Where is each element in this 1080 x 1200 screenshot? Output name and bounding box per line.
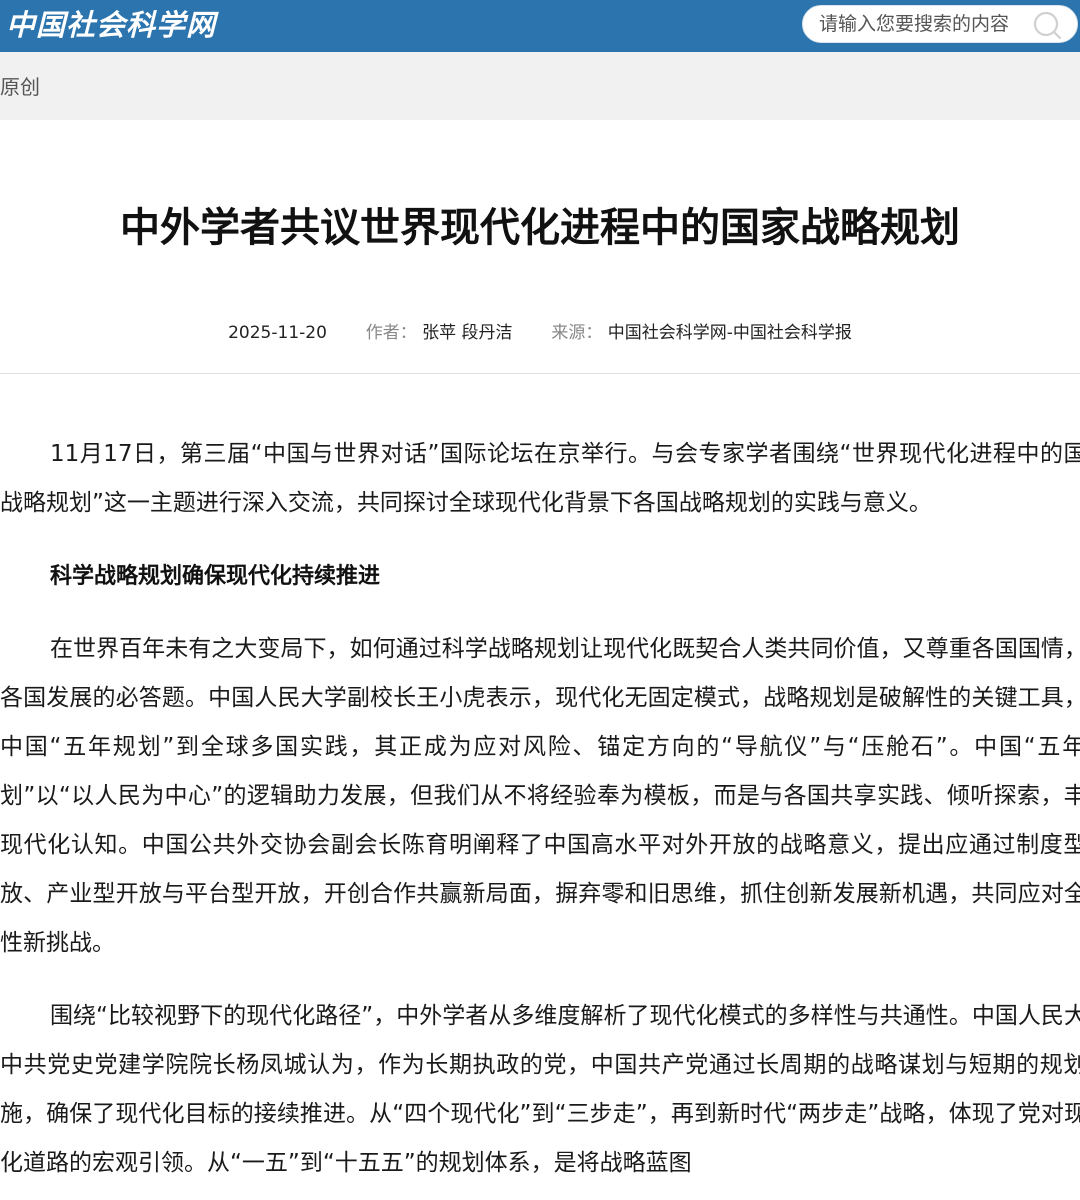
section-heading: 科学战略规划确保现代化持续推进 xyxy=(50,564,381,589)
article-meta: 2025-11-20 作者： 张苹 段丹洁 来源： 中国社会科学网-中国社会科学… xyxy=(0,320,1080,346)
source-label: 来源： xyxy=(551,323,603,343)
search-icon[interactable] xyxy=(1031,9,1063,41)
article-body: 11月17日，第三届“中国与世界对话”国际论坛在京举行。与会专家学者围绕“世界现… xyxy=(0,430,1080,1200)
author-label: 作者： xyxy=(365,323,417,343)
search-input[interactable] xyxy=(819,6,1029,42)
article-viewport: 11月17日，第三届“中国与世界对话”国际论坛在京举行。与会专家学者围绕“世界现… xyxy=(0,374,1080,1200)
article-paragraph: 在世界百年未有之大变局下，如何通过科学战略规划让现代化既契合人类共同价值，又尊重… xyxy=(0,636,1080,956)
site-logo[interactable]: 中国社会科学网 xyxy=(6,6,216,44)
channel-bar: 原创 xyxy=(0,52,1080,120)
article-date: 2025-11-20 xyxy=(228,323,327,343)
article-paragraph: 围绕“比较视野下的现代化路径”，中外学者从多维度解析了现代化模式的多样性与共通性… xyxy=(0,1003,1080,1176)
article-title: 中外学者共议世界现代化进程中的国家战略规划 xyxy=(120,205,960,251)
search-box[interactable] xyxy=(802,5,1078,43)
article-source: 中国社会科学网-中国社会科学报 xyxy=(607,323,852,343)
article-author: 张苹 段丹洁 xyxy=(422,323,513,343)
article-paragraph: 11月17日，第三届“中国与世界对话”国际论坛在京举行。与会专家学者围绕“世界现… xyxy=(0,441,1080,516)
site-header: 中国社会科学网 xyxy=(0,0,1080,52)
channel-label-original[interactable]: 原创 xyxy=(0,74,40,100)
